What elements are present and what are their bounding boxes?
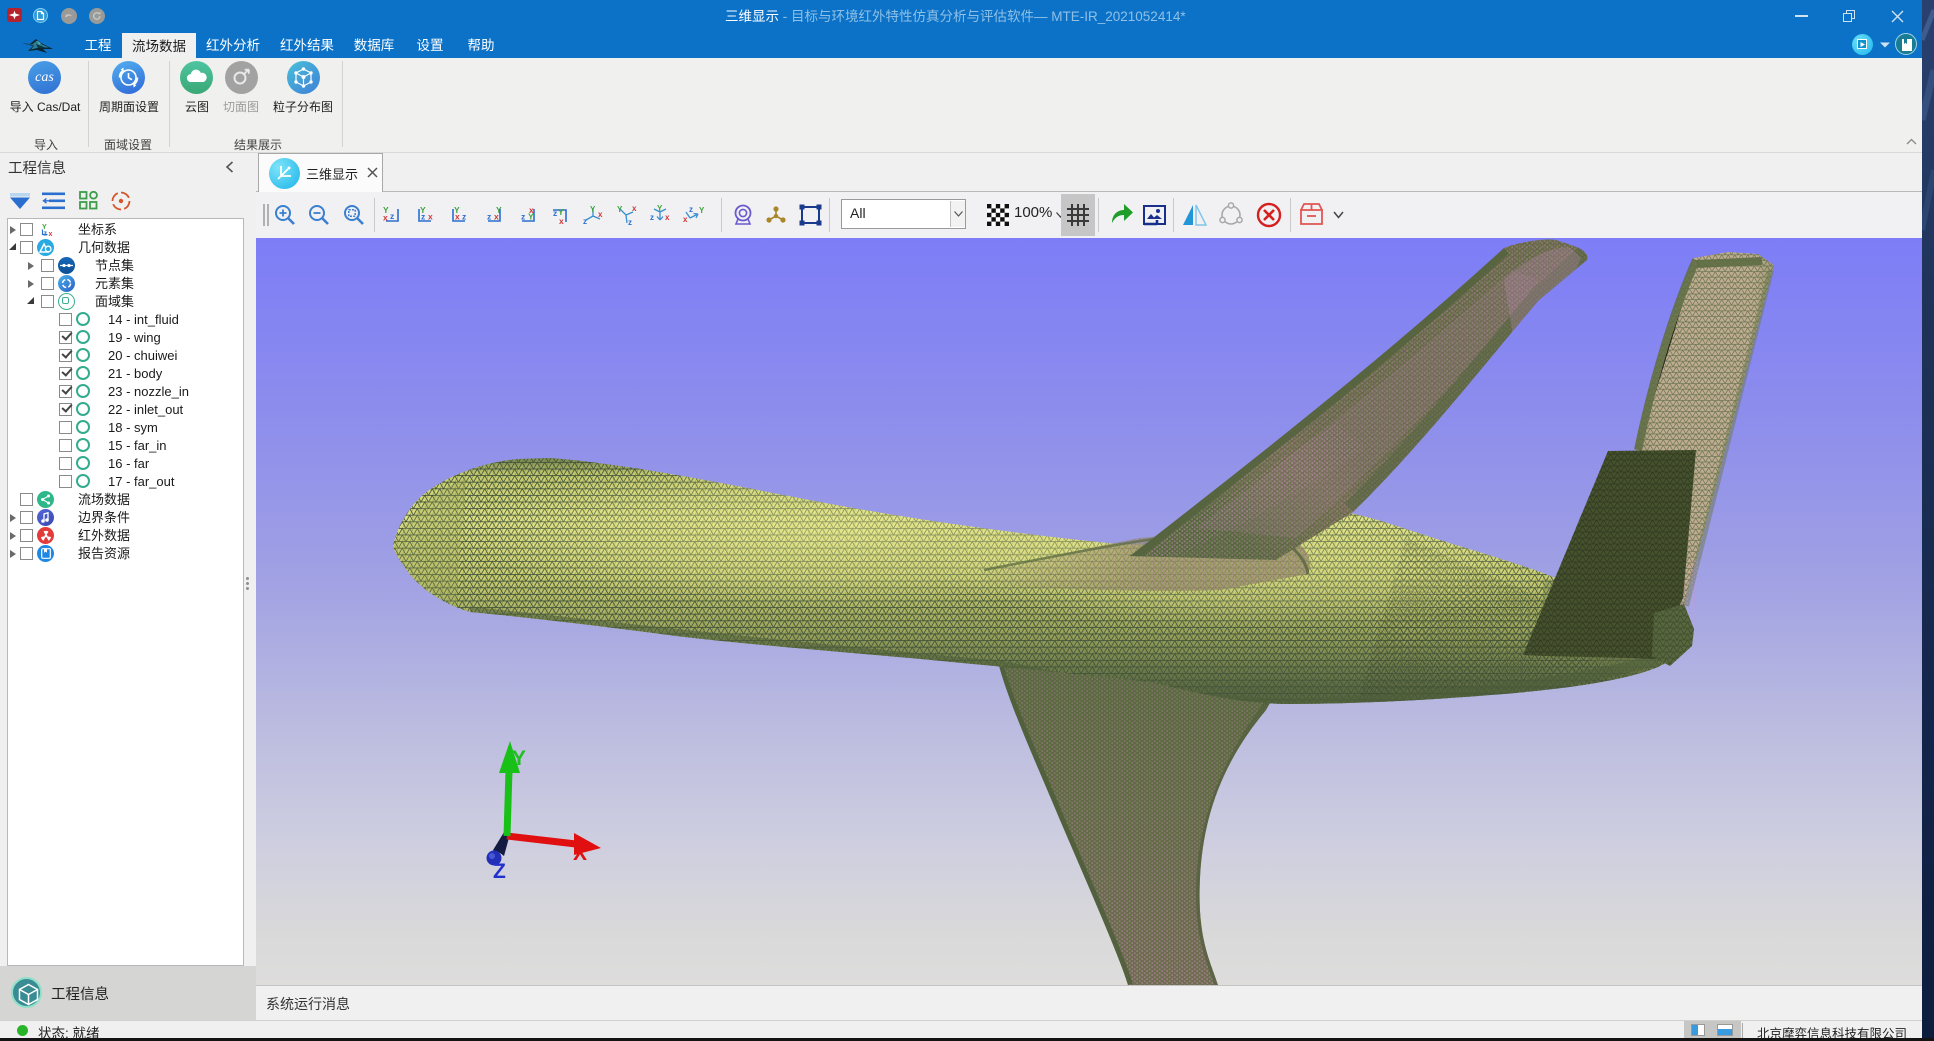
svg-text:z: z	[553, 208, 557, 218]
svg-text:z: z	[487, 212, 491, 222]
svg-text:Z: Z	[493, 860, 506, 883]
svg-text:Y: Y	[512, 747, 526, 770]
svg-text:z: z	[583, 217, 587, 226]
svg-text:Y: Y	[528, 212, 534, 222]
svg-text:x: x	[665, 213, 670, 222]
svg-text:Y: Y	[590, 205, 596, 214]
svg-text:x: x	[632, 204, 637, 213]
svg-text:z: z	[390, 211, 394, 221]
svg-text:z: z	[689, 205, 693, 214]
svg-text:x: x	[49, 231, 53, 238]
svg-text:Y: Y	[617, 205, 623, 214]
svg-text:x: x	[383, 213, 388, 223]
svg-text:Y: Y	[699, 206, 705, 215]
svg-text:z: z	[462, 212, 466, 222]
svg-text:z: z	[628, 218, 632, 227]
svg-text:x: x	[598, 210, 603, 219]
svg-text:x: x	[455, 212, 460, 222]
svg-text:z: z	[521, 212, 525, 222]
svg-text:z: z	[650, 213, 654, 222]
svg-text:X: X	[573, 842, 587, 865]
svg-text:x: x	[559, 216, 564, 226]
svg-text:x: x	[494, 212, 499, 222]
svg-text:z: z	[421, 212, 425, 222]
svg-text:Y: Y	[657, 204, 663, 213]
svg-text:x: x	[683, 215, 688, 224]
svg-text:x: x	[428, 212, 433, 222]
svg-text:z: z	[44, 231, 48, 238]
